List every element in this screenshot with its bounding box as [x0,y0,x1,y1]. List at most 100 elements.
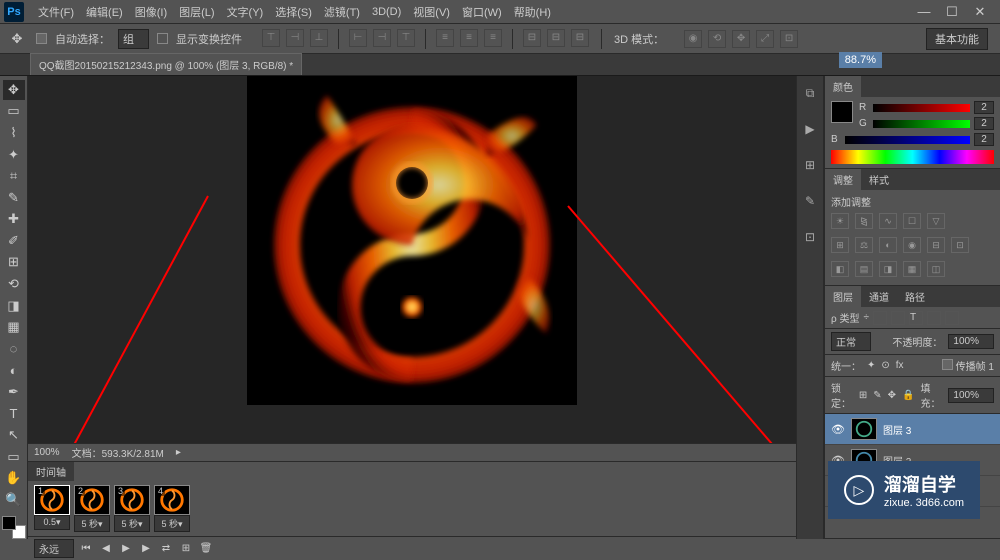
dist-icon[interactable]: ⊟ [547,29,565,47]
unify-icon[interactable]: ✦ [867,360,875,371]
adj-exposure-icon[interactable]: ☐ [903,213,921,229]
unify-icon[interactable]: fx [896,360,904,371]
adj-lookup-icon[interactable]: ⊡ [951,237,969,253]
b-slider[interactable] [845,136,970,144]
play-button[interactable]: ▶ [118,542,134,556]
prev-frame-button[interactable]: ◀ [98,542,114,556]
heal-tool[interactable]: ✚ [3,209,25,229]
filter-kind[interactable]: ρ 类型 [831,310,859,325]
history-brush-tool[interactable]: ⟲ [3,274,25,294]
auto-select-dropdown[interactable]: 组 [118,29,149,49]
close-button[interactable]: ✕ [970,5,990,19]
opacity-value[interactable]: 100% [948,334,994,349]
frame-delay[interactable]: 0.5▾ [34,515,70,530]
eyedropper-tool[interactable]: ✎ [3,188,25,208]
align-icon[interactable]: ⊣ [286,29,304,47]
fill-value[interactable]: 100% [948,388,994,403]
adj-invert-icon[interactable]: ◧ [831,261,849,277]
align-icon[interactable]: ⊣ [373,29,391,47]
adj-bw-icon[interactable]: ◐ [879,237,897,253]
visibility-icon[interactable]: 👁 [831,422,845,436]
layer-name[interactable]: 图层 3 [883,422,911,437]
adj-hue-icon[interactable]: ⊞ [831,237,849,253]
path-tool[interactable]: ↖ [3,425,25,445]
zoom-tool[interactable]: 🔍 [3,490,25,510]
timeline-frame[interactable]: 1 0.5▾ [34,485,70,532]
adj-mixer-icon[interactable]: ⊟ [927,237,945,253]
dodge-tool[interactable]: ◐ [3,361,25,381]
align-icon[interactable]: ⊤ [397,29,415,47]
marquee-tool[interactable]: ▭ [3,102,25,122]
adj-photo-icon[interactable]: ◉ [903,237,921,253]
shape-tool[interactable]: ▭ [3,447,25,467]
move-tool[interactable]: ✥ [3,80,25,100]
dist-icon[interactable]: ⊟ [523,29,541,47]
adj-gradient-icon[interactable]: ▦ [903,261,921,277]
color-tab[interactable]: 颜色 [825,76,861,97]
menu-layer[interactable]: 图层(L) [173,1,220,23]
blend-mode-dropdown[interactable]: 正常 [831,332,871,351]
menu-select[interactable]: 选择(S) [269,1,318,23]
adj-balance-icon[interactable]: ⚖ [855,237,873,253]
timeline-frame[interactable]: 4 5 秒▾ [154,485,190,532]
first-frame-button[interactable]: ⏮ [78,542,94,556]
hand-tool[interactable]: ✋ [3,468,25,488]
paths-tab[interactable]: 路径 [897,286,933,307]
adj-threshold-icon[interactable]: ◨ [879,261,897,277]
brushpresets-icon[interactable]: ⊡ [801,228,819,246]
3d-icon[interactable]: ⊡ [780,30,798,48]
pen-tool[interactable]: ✒ [3,382,25,402]
adjustments-tab[interactable]: 调整 [825,169,861,190]
canvas-viewport[interactable] [28,76,796,443]
adj-selective-icon[interactable]: ◫ [927,261,945,277]
timeline-tab[interactable]: 时间轴 [28,462,74,481]
filter-icon[interactable] [945,311,959,325]
brush-icon[interactable]: ✎ [801,192,819,210]
color-ramp[interactable] [831,150,994,164]
lock-icon[interactable]: ✎ [873,390,881,401]
blur-tool[interactable]: ◌ [3,339,25,359]
frame-delay[interactable]: 5 秒▾ [74,515,110,532]
menu-image[interactable]: 图像(I) [129,1,173,23]
workspace-switcher[interactable]: 基本功能 [926,28,988,50]
properties-icon[interactable]: ⊞ [801,156,819,174]
align-icon[interactable]: ⊥ [310,29,328,47]
layer-thumbnail[interactable] [851,418,877,440]
adj-curves-icon[interactable]: ∿ [879,213,897,229]
actions-icon[interactable]: ▶ [801,120,819,138]
loop-dropdown[interactable]: 永远 [34,539,74,558]
document-tab[interactable]: QQ截图20150215212343.png @ 100% (图层 3, RGB… [30,53,302,75]
color-swatches[interactable] [2,516,26,539]
status-zoom[interactable]: 100% [34,447,60,458]
delete-frame-button[interactable]: 🗑 [198,542,214,556]
g-slider[interactable] [873,120,970,128]
menu-filter[interactable]: 滤镜(T) [318,1,366,23]
lock-icon[interactable]: ⊞ [859,390,867,401]
minimize-button[interactable]: — [914,5,934,19]
menu-file[interactable]: 文件(F) [32,1,80,23]
menu-help[interactable]: 帮助(H) [508,1,557,23]
status-doc-size[interactable]: 文档：593.3K/2.81M [72,445,164,460]
menu-view[interactable]: 视图(V) [407,1,456,23]
brush-tool[interactable]: ✐ [3,231,25,251]
layer-item[interactable]: 👁 图层 3 [825,414,1000,445]
timeline-frame[interactable]: 3 5 秒▾ [114,485,150,532]
show-transform-checkbox[interactable] [157,33,168,44]
lasso-tool[interactable]: ⌇ [3,123,25,143]
filter-icon[interactable] [927,311,941,325]
color-preview[interactable] [831,101,853,123]
3d-icon[interactable]: ◉ [684,30,702,48]
dist-icon[interactable]: ≡ [460,29,478,47]
lock-icon[interactable]: 🔒 [902,390,914,401]
auto-select-checkbox[interactable] [36,33,47,44]
adj-levels-icon[interactable]: ⧎ [855,213,873,229]
new-frame-button[interactable]: ⊞ [178,542,194,556]
adj-poster-icon[interactable]: ▤ [855,261,873,277]
dist-icon[interactable]: ≡ [436,29,454,47]
history-icon[interactable]: ⧉ [801,84,819,102]
adj-brightness-icon[interactable]: ☀ [831,213,849,229]
adj-vibrance-icon[interactable]: ▽ [927,213,945,229]
frame-delay[interactable]: 5 秒▾ [114,515,150,532]
styles-tab[interactable]: 样式 [861,169,897,190]
menu-edit[interactable]: 编辑(E) [80,1,129,23]
